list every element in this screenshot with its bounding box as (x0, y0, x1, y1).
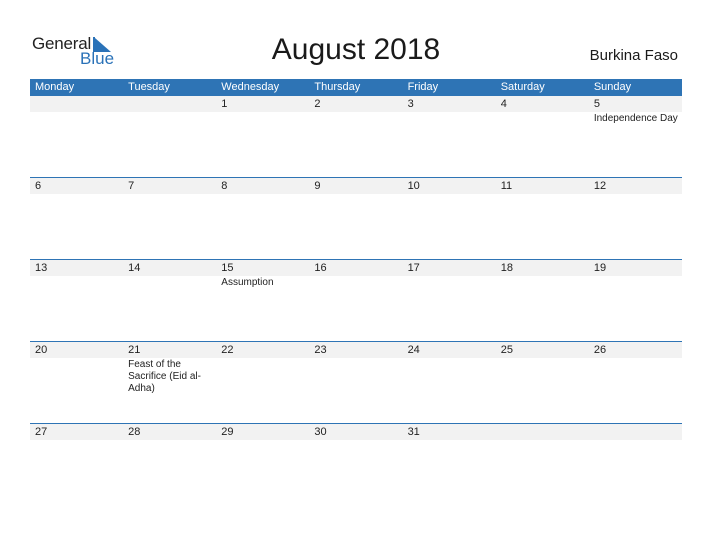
day-cell[interactable]: 29 (216, 424, 309, 440)
country-label: Burkina Faso (589, 47, 678, 64)
day-number: 27 (35, 426, 48, 438)
day-number: 18 (500, 262, 513, 274)
day-cell[interactable]: 22 (216, 342, 309, 395)
day-cell[interactable] (496, 424, 589, 440)
weekday-label: Monday (35, 81, 75, 93)
day-cell[interactable]: 11 (496, 178, 589, 194)
day-cell[interactable]: 28 (123, 424, 216, 440)
day-number: 10 (407, 180, 420, 192)
day-number: 6 (35, 180, 42, 192)
day-number: 7 (128, 180, 135, 192)
day-cell[interactable]: 10 (403, 178, 496, 194)
weekday-label: Sunday (593, 81, 632, 93)
day-number: 5 (593, 98, 600, 110)
day-number: 26 (593, 344, 607, 356)
day-cell[interactable]: 19 (589, 260, 682, 289)
weekday-label: Saturday (500, 81, 545, 93)
week-row: 1 2 3 4 5 Independence Day (30, 96, 682, 177)
weekday-label: Wednesday (221, 81, 280, 93)
day-cell[interactable]: 9 (309, 178, 402, 194)
day-cell[interactable]: 26 (589, 342, 682, 395)
day-cell[interactable]: 23 (309, 342, 402, 395)
day-number: 29 (221, 426, 234, 438)
day-number: 13 (35, 262, 48, 274)
day-number: 31 (407, 426, 420, 438)
day-cell[interactable]: 24 (403, 342, 496, 395)
day-cell[interactable]: 21 Feast of the Sacrifice (Eid al-Adha) (123, 342, 216, 395)
day-cell[interactable]: 15 Assumption (216, 260, 309, 289)
day-number: 15 (221, 262, 234, 274)
weekday-header: Monday Tuesday Wednesday Thursday Friday… (30, 79, 682, 96)
day-cell[interactable]: 16 (309, 260, 402, 289)
weekday-label: Tuesday (128, 81, 170, 93)
day-number: 4 (500, 98, 507, 110)
calendar: Monday Tuesday Wednesday Thursday Friday… (30, 79, 682, 505)
day-number: 25 (500, 344, 513, 356)
day-cell[interactable] (30, 96, 123, 125)
day-cell[interactable]: 7 (123, 178, 216, 194)
day-number: 16 (314, 262, 327, 274)
day-cell[interactable]: 18 (496, 260, 589, 289)
day-number: 21 (128, 344, 141, 356)
week-row: 27 28 29 30 31 (30, 423, 682, 505)
week-row: 20 21 Feast of the Sacrifice (Eid al-Adha)… (30, 341, 682, 423)
day-cell[interactable]: 17 (403, 260, 496, 289)
day-cell[interactable]: 12 (589, 178, 682, 194)
day-number: 24 (407, 344, 420, 356)
day-cell[interactable] (123, 96, 216, 125)
day-cell[interactable]: 20 (30, 342, 123, 395)
day-number: 1 (221, 98, 228, 110)
day-cell[interactable]: 25 (496, 342, 589, 395)
day-cell[interactable]: 13 (30, 260, 123, 289)
day-cell[interactable]: 1 (216, 96, 309, 125)
day-cell[interactable]: 8 (216, 178, 309, 194)
day-cell[interactable]: 2 (309, 96, 402, 125)
day-number: 12 (593, 180, 607, 192)
day-cell[interactable]: 27 (30, 424, 123, 440)
day-number: 22 (221, 344, 234, 356)
week-row: 6 7 8 9 10 11 12 (30, 177, 682, 259)
day-cell[interactable] (589, 424, 682, 440)
day-number: 2 (314, 98, 321, 110)
day-cell[interactable]: 14 (123, 260, 216, 289)
day-number: 23 (314, 344, 327, 356)
day-number: 19 (593, 262, 607, 274)
day-number: 28 (128, 426, 141, 438)
day-number: 9 (314, 180, 321, 192)
day-cell[interactable]: 30 (309, 424, 402, 440)
day-cell[interactable]: 3 (403, 96, 496, 125)
holiday-label: Feast of the Sacrifice (Eid al-Adha) (128, 359, 201, 394)
day-cell[interactable]: 5 Independence Day (589, 96, 682, 125)
day-cell[interactable]: 4 (496, 96, 589, 125)
day-number: 17 (407, 262, 420, 274)
day-cell[interactable]: 31 (403, 424, 496, 440)
day-number: 8 (221, 180, 228, 192)
day-number: 11 (500, 180, 513, 192)
holiday-label: Assumption (221, 277, 274, 288)
day-number: 30 (314, 426, 327, 438)
holiday-label: Independence Day (593, 113, 678, 124)
day-number: 3 (407, 98, 414, 110)
day-cell[interactable]: 6 (30, 178, 123, 194)
week-row: 13 14 15 Assumption 16 17 18 19 (30, 259, 682, 341)
weekday-label: Friday (407, 81, 439, 93)
weekday-label: Thursday (314, 81, 361, 93)
day-number: 14 (128, 262, 141, 274)
day-number: 20 (35, 344, 48, 356)
